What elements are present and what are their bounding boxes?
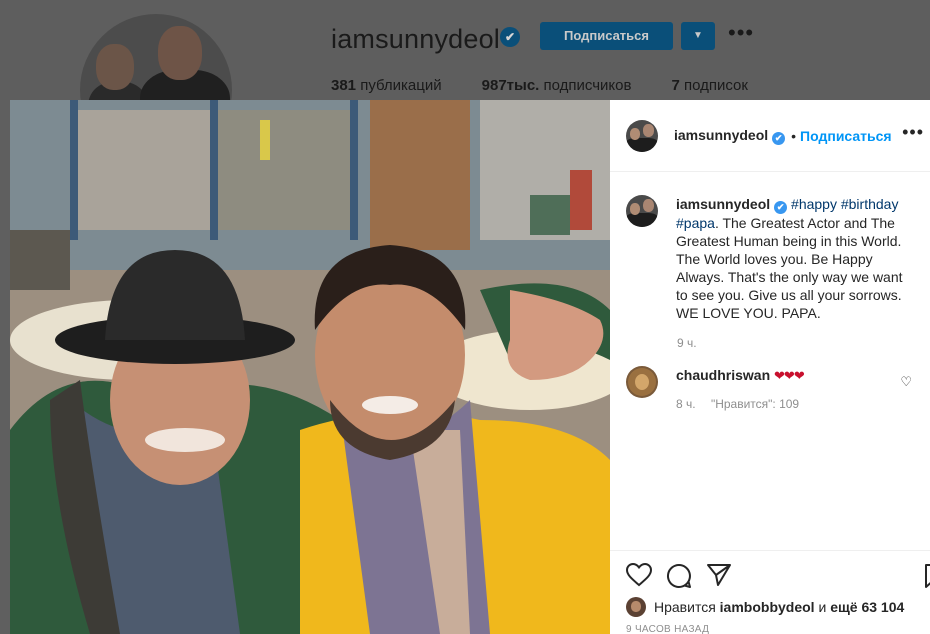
comment-time[interactable]: 8 ч. <box>676 397 696 411</box>
caption-username[interactable]: iamsunnydeol <box>676 196 770 212</box>
post-caption: iamsunnydeol ✔ #happy #birthday #papa. Th… <box>626 195 914 322</box>
liker-username[interactable]: iambobbydeol <box>720 599 815 615</box>
likes-conjunction: и <box>818 599 827 615</box>
comment-text: ❤❤❤ <box>774 368 805 383</box>
post-photo-image <box>10 100 610 634</box>
more-options-icon[interactable]: ••• <box>902 122 924 143</box>
profile-username: iamsunnydeol <box>331 24 501 54</box>
profile-follow-button[interactable]: Подписаться <box>540 22 673 50</box>
post-actions: Нравится iambobbydeol и ещё 63 104 9 ЧАС… <box>610 550 930 634</box>
follow-button[interactable]: Подписаться <box>800 128 892 144</box>
share-icon[interactable] <box>706 563 732 587</box>
like-heart-icon[interactable] <box>626 563 652 587</box>
bookmark-icon[interactable] <box>924 563 930 589</box>
caption-author-avatar[interactable] <box>626 195 658 227</box>
verified-badge-icon: ✔ <box>772 131 786 145</box>
liker-avatar[interactable] <box>626 597 646 617</box>
likes-count[interactable]: ещё 63 104 <box>830 599 904 615</box>
comments-section: iamsunnydeol ✔ #happy #birthday #papa. Th… <box>610 173 930 549</box>
profile-more-icon[interactable]: ••• <box>728 20 754 46</box>
likes-prefix: Нравится <box>654 599 716 615</box>
post-photo[interactable] <box>10 100 610 634</box>
verified-badge-icon: ✔ <box>774 201 788 214</box>
post-time-ago[interactable]: 9 ЧАСОВ НАЗАД <box>626 624 914 634</box>
stat-followers[interactable]: 987тыс. подписчиков <box>482 77 632 94</box>
likes-summary: Нравится iambobbydeol и ещё 63 104 <box>626 597 914 617</box>
stat-posts: 381 публикаций <box>331 77 442 94</box>
profile-stats: 381 публикаций 987тыс. подписчиков 7 под… <box>331 77 788 94</box>
comment-like-icon[interactable]: ♡ <box>900 374 912 390</box>
chevron-down-icon[interactable]: ▼ <box>681 22 715 50</box>
stat-following[interactable]: 7 подписок <box>671 77 747 94</box>
post-author-avatar[interactable] <box>626 119 658 152</box>
commenter-avatar[interactable] <box>626 366 658 398</box>
separator-dot: • <box>791 127 797 144</box>
post-header: iamsunnydeol ✔ • Подписаться ••• <box>610 100 930 172</box>
verified-badge-icon: ✔ <box>500 27 520 47</box>
post-side-panel: iamsunnydeol ✔ • Подписаться ••• iamsunny… <box>610 100 930 634</box>
comment-likes[interactable]: "Нравится": 109 <box>711 397 799 411</box>
comment-icon[interactable] <box>666 563 692 589</box>
caption-time[interactable]: 9 ч. <box>677 336 914 350</box>
comment-username[interactable]: chaudhriswan <box>676 367 770 383</box>
comment-meta: 8 ч. "Нравится": 109 <box>676 397 811 411</box>
post-author-username[interactable]: iamsunnydeol ✔ <box>674 127 786 145</box>
caption-text: iamsunnydeol ✔ #happy #birthday #papa. Th… <box>676 195 914 322</box>
comment-item: chaudhriswan ❤❤❤ 8 ч. "Нравится": 109 ♡ <box>626 366 914 411</box>
